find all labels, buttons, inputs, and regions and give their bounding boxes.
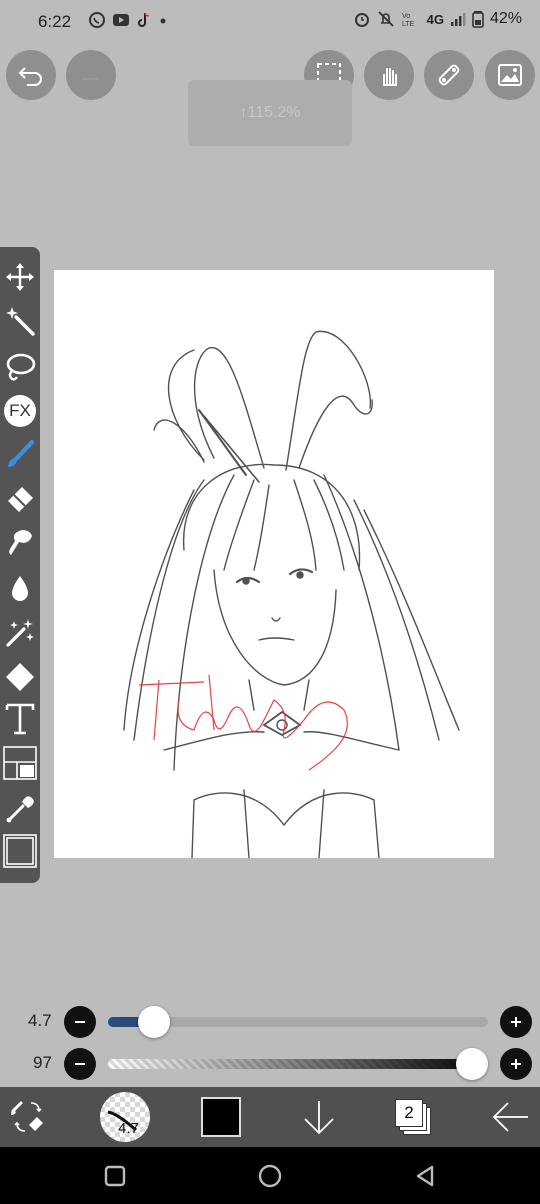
brush-size-plus-button[interactable] [500,1006,532,1038]
battery-icon [472,11,484,28]
diamond-fill-icon [6,663,34,691]
sketch-artwork [123,330,460,859]
layer-count: 2 [404,1103,414,1122]
move-icon [6,263,34,291]
system-icons: Vo LTE 4G 42% [353,10,522,28]
recents-button[interactable] [100,1161,130,1191]
ruler-button[interactable] [424,50,474,100]
fx-tool[interactable]: FX [2,393,38,429]
svg-text:Vo: Vo [402,13,410,20]
circle-icon [258,1164,282,1188]
youtube-icon [113,14,129,26]
mute-icon [377,11,394,27]
opacity-plus-button[interactable] [500,1048,532,1080]
zoom-label: ↑115.2% [239,104,301,121]
brush-size-slider[interactable] [108,1006,488,1038]
plus-icon [511,1059,521,1069]
text-icon [5,703,35,735]
redo-icon [83,78,99,80]
fx-badge: FX [4,395,36,427]
frame-divider-tool[interactable] [2,745,38,781]
back-button[interactable] [488,1093,532,1141]
undo-icon [18,67,42,86]
eyedropper-tool[interactable] [2,791,38,827]
sparkle-tool[interactable] [2,615,38,651]
left-toolbar: FX [0,247,40,883]
blur-tool[interactable] [2,571,38,607]
gallery-button[interactable] [485,50,535,100]
brush-tool[interactable] [2,437,38,473]
ruler-icon [438,64,460,86]
status-time: 6:22 [38,12,72,31]
sparkle-wand-icon [6,619,34,647]
color-swatch-button[interactable] [200,1093,242,1141]
lasso-icon [6,353,36,381]
swap-tool-button[interactable] [8,1093,50,1141]
smudge-tool[interactable] [2,525,38,561]
whatsapp-icon [89,12,105,28]
square-icon [104,1165,126,1187]
volte-icon: VoLTE [402,13,415,28]
opacity-slider-row: 97 [0,1044,540,1084]
hand-icon [383,68,397,86]
system-nav-bar [0,1147,540,1204]
move-tool[interactable] [2,259,38,295]
network-label: 4G [426,11,444,27]
brush-size-value: 4.7 [28,1011,52,1030]
brush-size-bottom-label: 4.7 [118,1120,139,1137]
drawing-canvas[interactable] [54,270,494,859]
battery-percent: 42% [489,10,522,27]
signal-icon [450,13,466,26]
plus-icon [511,1017,521,1027]
opacity-minus-button[interactable] [64,1048,96,1080]
fx-label: FX [9,401,31,420]
status-bar: 6:22 Vo LTE 4G 42% [0,0,540,44]
undo-button[interactable] [6,50,56,100]
opacity-value: 97 [33,1053,52,1072]
brush-eraser-swap-icon [11,1101,43,1132]
droplet-icon [12,576,28,601]
eyedropper-icon [6,796,34,823]
layers-icon: 2 [395,1099,431,1135]
brush-icon [8,439,35,467]
eraser-tool[interactable] [2,481,38,517]
magic-wand-tool[interactable] [2,303,38,339]
smudge-icon [9,530,32,555]
layers-button[interactable]: 2 [392,1093,434,1141]
brush-preview: 4.7 [100,1092,150,1142]
current-color-swatch [201,1097,241,1137]
touch-button[interactable] [364,50,414,100]
opacity-slider[interactable] [108,1048,488,1080]
brush-size-minus-button[interactable] [64,1006,96,1038]
opacity-thumb[interactable] [456,1048,488,1080]
text-tool[interactable] [2,701,38,737]
minus-icon [75,1021,85,1023]
svg-text:LTE: LTE [402,21,415,28]
alarm-icon [354,13,369,27]
dot-icon [160,18,166,24]
brush-preview-button[interactable]: 4.7 [100,1092,150,1142]
lasso-tool[interactable] [2,349,38,385]
triangle-back-icon [416,1165,434,1187]
system-back-button[interactable] [410,1161,440,1191]
canvas-icon [3,834,37,868]
zoom-indicator: ↑115.2% [188,80,352,146]
magic-wand-icon [6,307,35,336]
notification-icons [88,11,168,29]
frame-divider-icon [3,746,37,780]
redo-button[interactable] [66,50,116,100]
canvas-tool[interactable] [2,833,38,869]
image-icon [498,64,522,86]
arrow-left-icon [492,1102,528,1132]
home-button[interactable] [255,1161,285,1191]
tiktok-icon [138,12,150,27]
brush-size-slider-row: 4.7 [0,1002,540,1042]
brush-size-thumb[interactable] [138,1006,171,1038]
minus-icon [75,1063,85,1065]
fill-tool[interactable] [2,659,38,695]
arrow-down-icon [304,1101,334,1135]
download-button[interactable] [298,1093,340,1141]
eraser-icon [8,487,33,512]
bottom-toolbar: 4.7 2 [0,1087,540,1147]
